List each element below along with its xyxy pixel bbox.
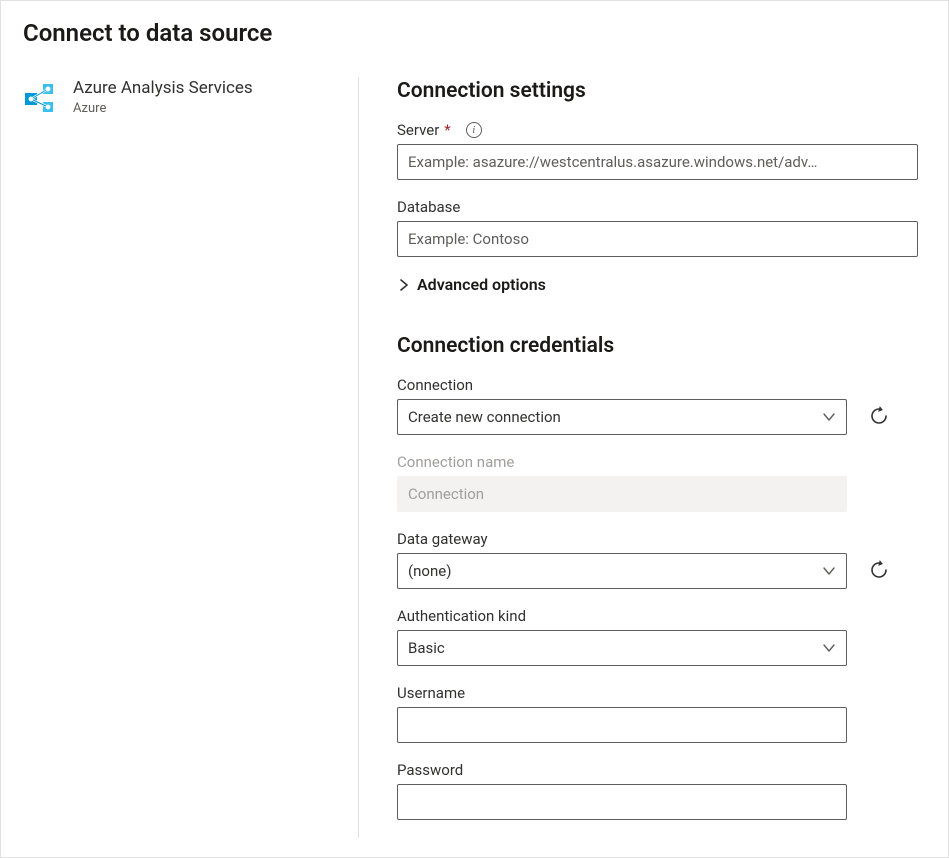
connection-credentials-heading: Connection credentials <box>397 332 918 360</box>
data-gateway-select-value: (none) <box>408 562 451 580</box>
advanced-options-label: Advanced options <box>417 275 546 294</box>
connection-settings-heading: Connection settings <box>397 77 918 105</box>
connection-select-value: Create new connection <box>408 408 561 426</box>
chevron-down-icon <box>822 641 836 655</box>
username-input[interactable] <box>397 707 847 743</box>
username-label: Username <box>397 684 465 702</box>
connection-field: Connection Create new connection <box>397 376 918 435</box>
data-source-name: Azure Analysis Services <box>73 77 253 99</box>
refresh-icon <box>869 406 889 429</box>
required-indicator: * <box>444 123 450 138</box>
azure-analysis-services-icon <box>23 77 59 119</box>
server-input[interactable] <box>397 144 918 180</box>
refresh-icon <box>869 560 889 583</box>
username-field: Username <box>397 684 918 743</box>
refresh-gateway-button[interactable] <box>865 557 893 585</box>
left-column: Azure Analysis Services Azure <box>23 77 358 838</box>
auth-kind-field: Authentication kind Basic <box>397 607 918 666</box>
password-field: Password <box>397 761 918 820</box>
auth-kind-label: Authentication kind <box>397 607 526 625</box>
content-pane: Azure Analysis Services Azure Connection… <box>1 57 948 838</box>
connection-select[interactable]: Create new connection <box>397 399 847 435</box>
data-source-category: Azure <box>73 101 253 116</box>
password-input[interactable] <box>397 784 847 820</box>
connection-name-input <box>397 476 847 512</box>
auth-kind-select[interactable]: Basic <box>397 630 847 666</box>
chevron-down-icon <box>822 564 836 578</box>
database-field: Database <box>397 198 918 257</box>
data-gateway-select[interactable]: (none) <box>397 553 847 589</box>
selected-data-source[interactable]: Azure Analysis Services Azure <box>23 77 328 119</box>
server-label: Server <box>397 121 439 139</box>
info-icon[interactable]: i <box>466 122 482 138</box>
right-column: Connection settings Server * i Database … <box>359 77 926 838</box>
connection-name-label: Connection name <box>397 453 514 471</box>
refresh-connection-button[interactable] <box>865 403 893 431</box>
connection-name-field: Connection name <box>397 453 918 512</box>
page-title: Connect to data source <box>1 1 948 57</box>
database-input[interactable] <box>397 221 918 257</box>
data-gateway-label: Data gateway <box>397 530 488 548</box>
chevron-right-icon <box>397 278 411 292</box>
connection-label: Connection <box>397 376 473 394</box>
server-field: Server * i <box>397 121 918 180</box>
auth-kind-select-value: Basic <box>408 639 445 657</box>
data-gateway-field: Data gateway (none) <box>397 530 918 589</box>
database-label: Database <box>397 198 460 216</box>
chevron-down-icon <box>822 410 836 424</box>
advanced-options-toggle[interactable]: Advanced options <box>397 275 918 294</box>
password-label: Password <box>397 761 463 779</box>
